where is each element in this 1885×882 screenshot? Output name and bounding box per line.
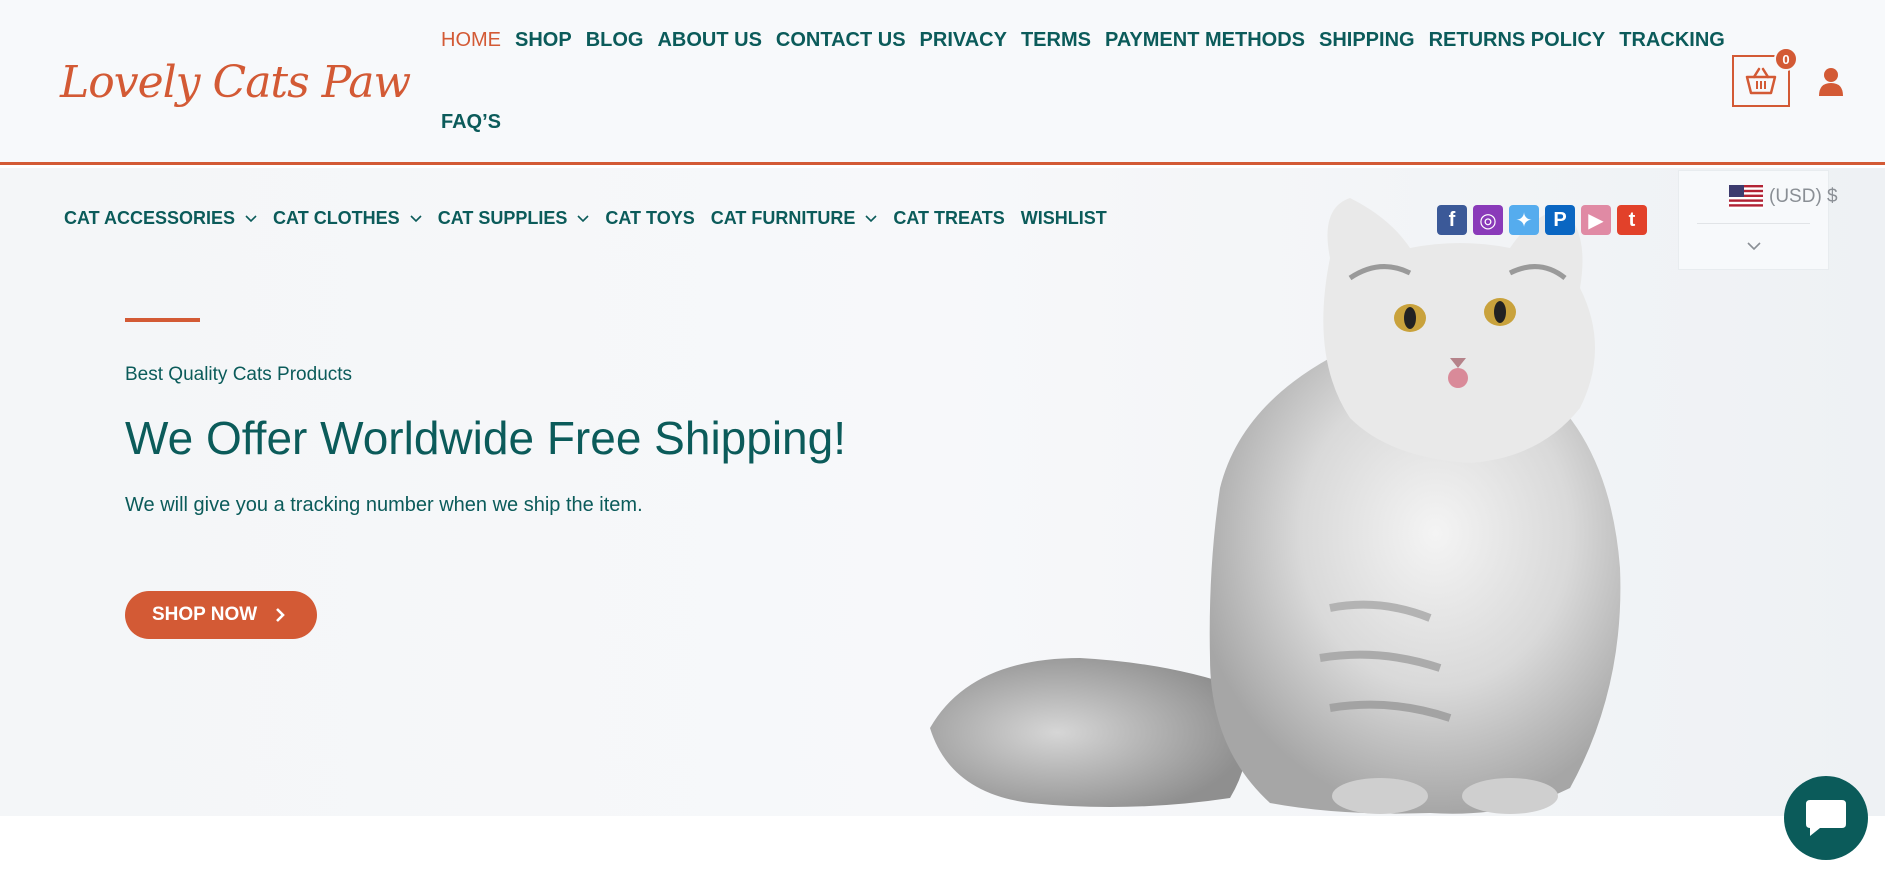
pinterest-icon[interactable]: P bbox=[1545, 205, 1575, 235]
nav-terms[interactable]: TERMS bbox=[1014, 29, 1098, 52]
nav-cat-treats[interactable]: CAT TREATS bbox=[885, 208, 1012, 229]
hero-section: CAT ACCESSORIES CAT CLOTHES CAT SUPPLIES… bbox=[0, 168, 1885, 816]
nav-cat-furniture-label: CAT FURNITURE bbox=[710, 208, 856, 228]
chat-button[interactable] bbox=[1784, 776, 1868, 860]
nav-cat-treats-label: CAT TREATS bbox=[893, 208, 1005, 228]
nav-cat-furniture[interactable]: CAT FURNITURE bbox=[703, 208, 886, 229]
nav-wishlist[interactable]: WISHLIST bbox=[1013, 208, 1115, 229]
accent-divider bbox=[125, 318, 200, 322]
nav-cat-accessories[interactable]: CAT ACCESSORIES bbox=[56, 208, 265, 229]
hero-headline: We Offer Worldwide Free Shipping! bbox=[125, 412, 846, 464]
user-icon[interactable] bbox=[1817, 66, 1845, 96]
facebook-icon[interactable]: f bbox=[1437, 205, 1467, 235]
nav-shop[interactable]: SHOP bbox=[508, 29, 579, 52]
nav-blog[interactable]: BLOG bbox=[579, 29, 651, 52]
brand-name: Lovely Cats Paw bbox=[60, 56, 411, 108]
instagram-icon[interactable]: ◎ bbox=[1473, 205, 1503, 235]
nav-faqs[interactable]: FAQ’S bbox=[434, 111, 508, 134]
fluffy-cat-image bbox=[930, 198, 1621, 814]
nav-home[interactable]: HOME bbox=[434, 29, 508, 52]
nav-payment-methods[interactable]: PAYMENT METHODS bbox=[1098, 29, 1312, 52]
site-logo[interactable]: Lovely Cats Paw bbox=[56, 46, 411, 118]
hero-eyebrow: Best Quality Cats Products bbox=[125, 364, 353, 385]
nav-cat-supplies-label: CAT SUPPLIES bbox=[437, 208, 568, 228]
nav-privacy[interactable]: PRIVACY bbox=[913, 29, 1014, 52]
chevron-down-icon bbox=[410, 214, 422, 222]
nav-cat-accessories-label: CAT ACCESSORIES bbox=[64, 208, 236, 228]
chat-bubble-icon bbox=[1806, 800, 1846, 836]
social-links: f ◎ ✦ P ▶ t bbox=[1437, 205, 1647, 235]
site-header: Lovely Cats Paw HOME SHOP BLOG ABOUT US … bbox=[0, 0, 1885, 165]
cart-button[interactable]: 0 bbox=[1732, 47, 1798, 107]
chevron-down-icon bbox=[245, 214, 257, 222]
nav-cat-clothes[interactable]: CAT CLOTHES bbox=[265, 208, 430, 229]
nav-cat-toys-label: CAT TOYS bbox=[605, 208, 695, 228]
cart-count-badge: 0 bbox=[1774, 47, 1798, 71]
twitter-icon[interactable]: ✦ bbox=[1509, 205, 1539, 235]
currency-divider bbox=[1697, 223, 1810, 224]
nav-tracking[interactable]: TRACKING bbox=[1612, 29, 1732, 52]
tumblr-icon[interactable]: t bbox=[1617, 205, 1647, 235]
nav-returns-policy[interactable]: RETURNS POLICY bbox=[1422, 29, 1613, 52]
shop-now-label: SHOP NOW bbox=[152, 604, 258, 625]
currency-switcher[interactable]: (USD) $ bbox=[1678, 170, 1838, 270]
nav-contact-us[interactable]: CONTACT US bbox=[769, 29, 913, 52]
basket-icon bbox=[1745, 67, 1777, 95]
nav-cat-clothes-label: CAT CLOTHES bbox=[273, 208, 400, 228]
nav-cat-supplies[interactable]: CAT SUPPLIES bbox=[430, 208, 598, 229]
main-navigation: HOME SHOP BLOG ABOUT US CONTACT US PRIVA… bbox=[434, 22, 1725, 140]
currency-label: (USD) $ bbox=[1769, 186, 1838, 207]
us-flag-icon bbox=[1729, 185, 1763, 209]
nav-wishlist-label: WISHLIST bbox=[1020, 208, 1107, 228]
nav-about-us[interactable]: ABOUT US bbox=[650, 29, 768, 52]
chevron-down-icon[interactable] bbox=[1747, 242, 1761, 251]
youtube-icon[interactable]: ▶ bbox=[1581, 205, 1611, 235]
chevron-right-icon bbox=[276, 608, 286, 622]
chevron-down-icon bbox=[577, 214, 589, 222]
chevron-down-icon bbox=[865, 214, 877, 222]
shop-now-button[interactable]: SHOP NOW bbox=[125, 591, 317, 639]
nav-shipping[interactable]: SHIPPING bbox=[1312, 29, 1422, 52]
nav-cat-toys[interactable]: CAT TOYS bbox=[597, 208, 702, 229]
hero-subtext: We will give you a tracking number when … bbox=[125, 494, 643, 516]
category-navigation: CAT ACCESSORIES CAT CLOTHES CAT SUPPLIES… bbox=[56, 208, 1115, 229]
